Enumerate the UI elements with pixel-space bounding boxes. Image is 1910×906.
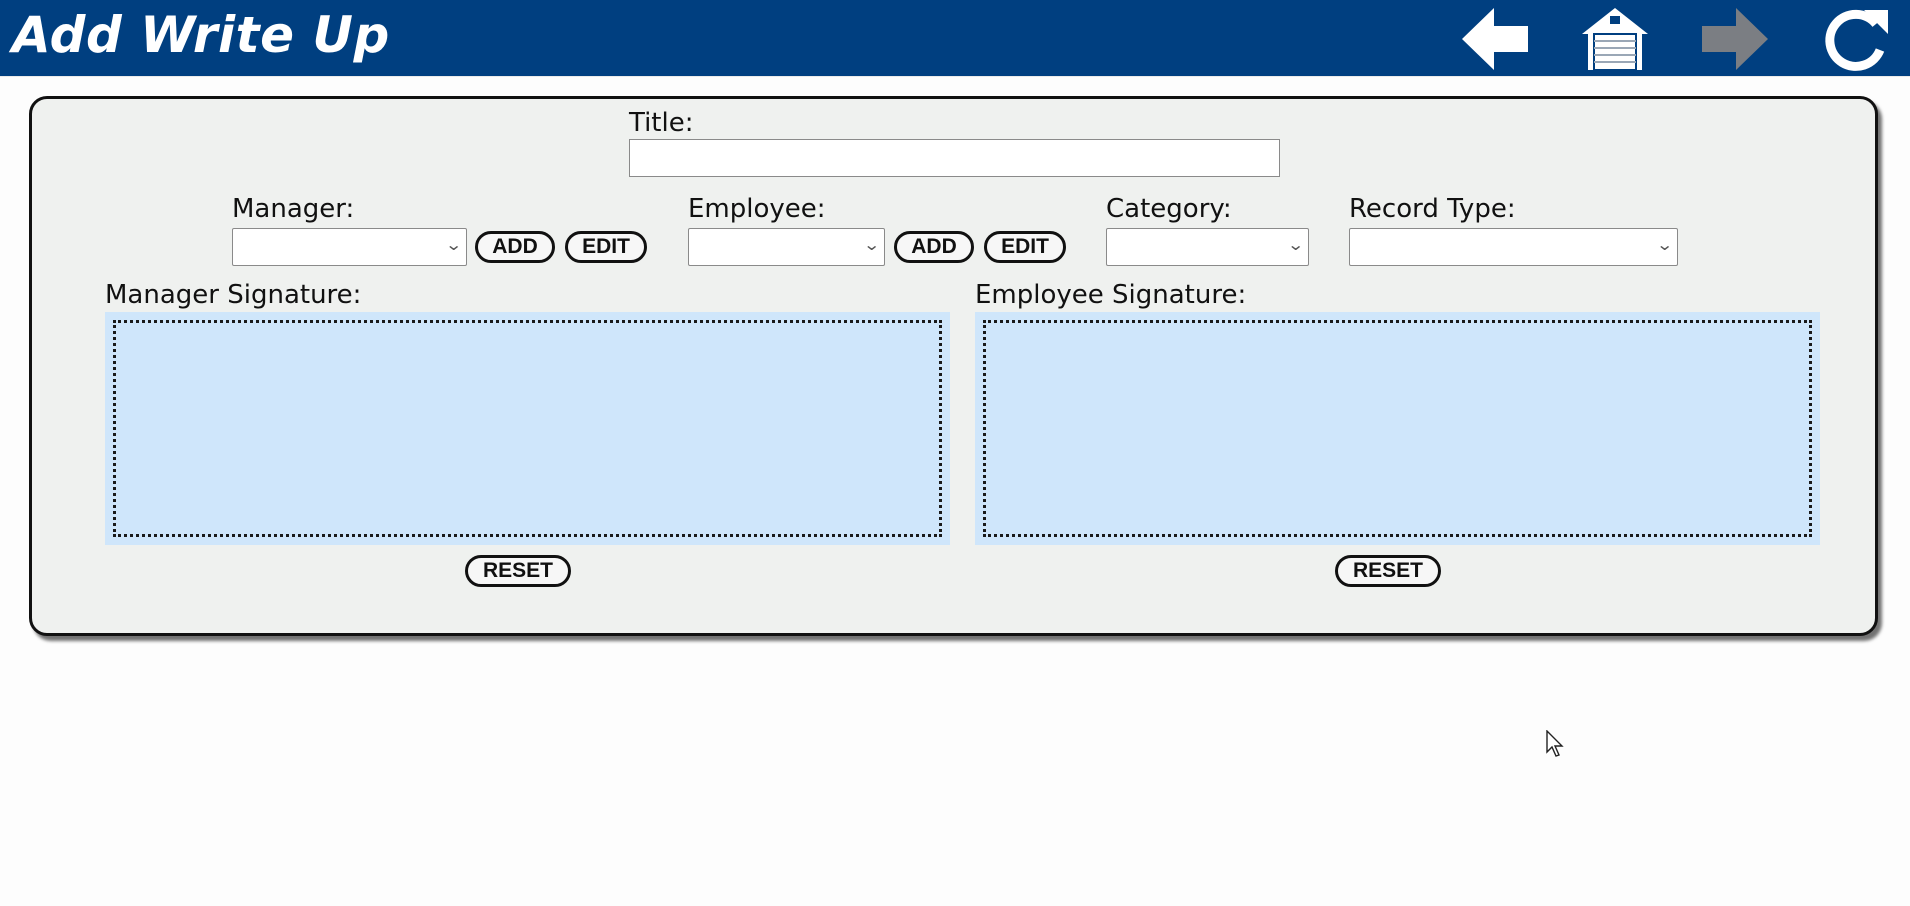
employee-label: Employee: [688, 194, 826, 224]
manager-add-button[interactable]: ADD [475, 231, 555, 263]
manager-signature-area [113, 320, 942, 537]
manager-label: Manager: [232, 194, 355, 224]
employee-edit-button[interactable]: EDIT [984, 231, 1066, 263]
chevron-down-icon: ⌄ [1286, 235, 1305, 254]
write-up-form-panel: Title: Manager: ⌄ ADD EDIT Employee: ⌄ A… [29, 96, 1878, 636]
manager-edit-button[interactable]: EDIT [565, 231, 647, 263]
manager-signature-reset-button[interactable]: RESET [465, 555, 571, 587]
record-type-label: Record Type: [1349, 194, 1516, 224]
forward-arrow-icon[interactable] [1700, 6, 1770, 72]
title-input[interactable] [629, 139, 1280, 177]
refresh-icon[interactable] [1820, 6, 1890, 72]
employee-signature-area [983, 320, 1812, 537]
category-label: Category: [1106, 194, 1232, 224]
employee-signature-label: Employee Signature: [975, 280, 1247, 310]
home-garage-icon[interactable] [1580, 6, 1650, 72]
record-type-select[interactable]: ⌄ [1349, 228, 1678, 266]
back-arrow-icon[interactable] [1460, 6, 1530, 72]
manager-signature-label: Manager Signature: [105, 280, 362, 310]
employee-signature-pad[interactable] [975, 312, 1820, 545]
manager-select[interactable]: ⌄ [232, 228, 467, 266]
manager-signature-pad[interactable] [105, 312, 950, 545]
employee-signature-reset-button[interactable]: RESET [1335, 555, 1441, 587]
employee-select[interactable]: ⌄ [688, 228, 885, 266]
employee-add-button[interactable]: ADD [894, 231, 974, 263]
category-select[interactable]: ⌄ [1106, 228, 1309, 266]
chevron-down-icon: ⌄ [444, 235, 463, 254]
app-header: Add Write Up [0, 0, 1910, 77]
chevron-down-icon: ⌄ [1655, 235, 1674, 254]
title-label: Title: [629, 108, 694, 138]
mouse-pointer-icon [1546, 729, 1566, 758]
page-title: Add Write Up [12, 6, 390, 64]
chevron-down-icon: ⌄ [862, 235, 881, 254]
